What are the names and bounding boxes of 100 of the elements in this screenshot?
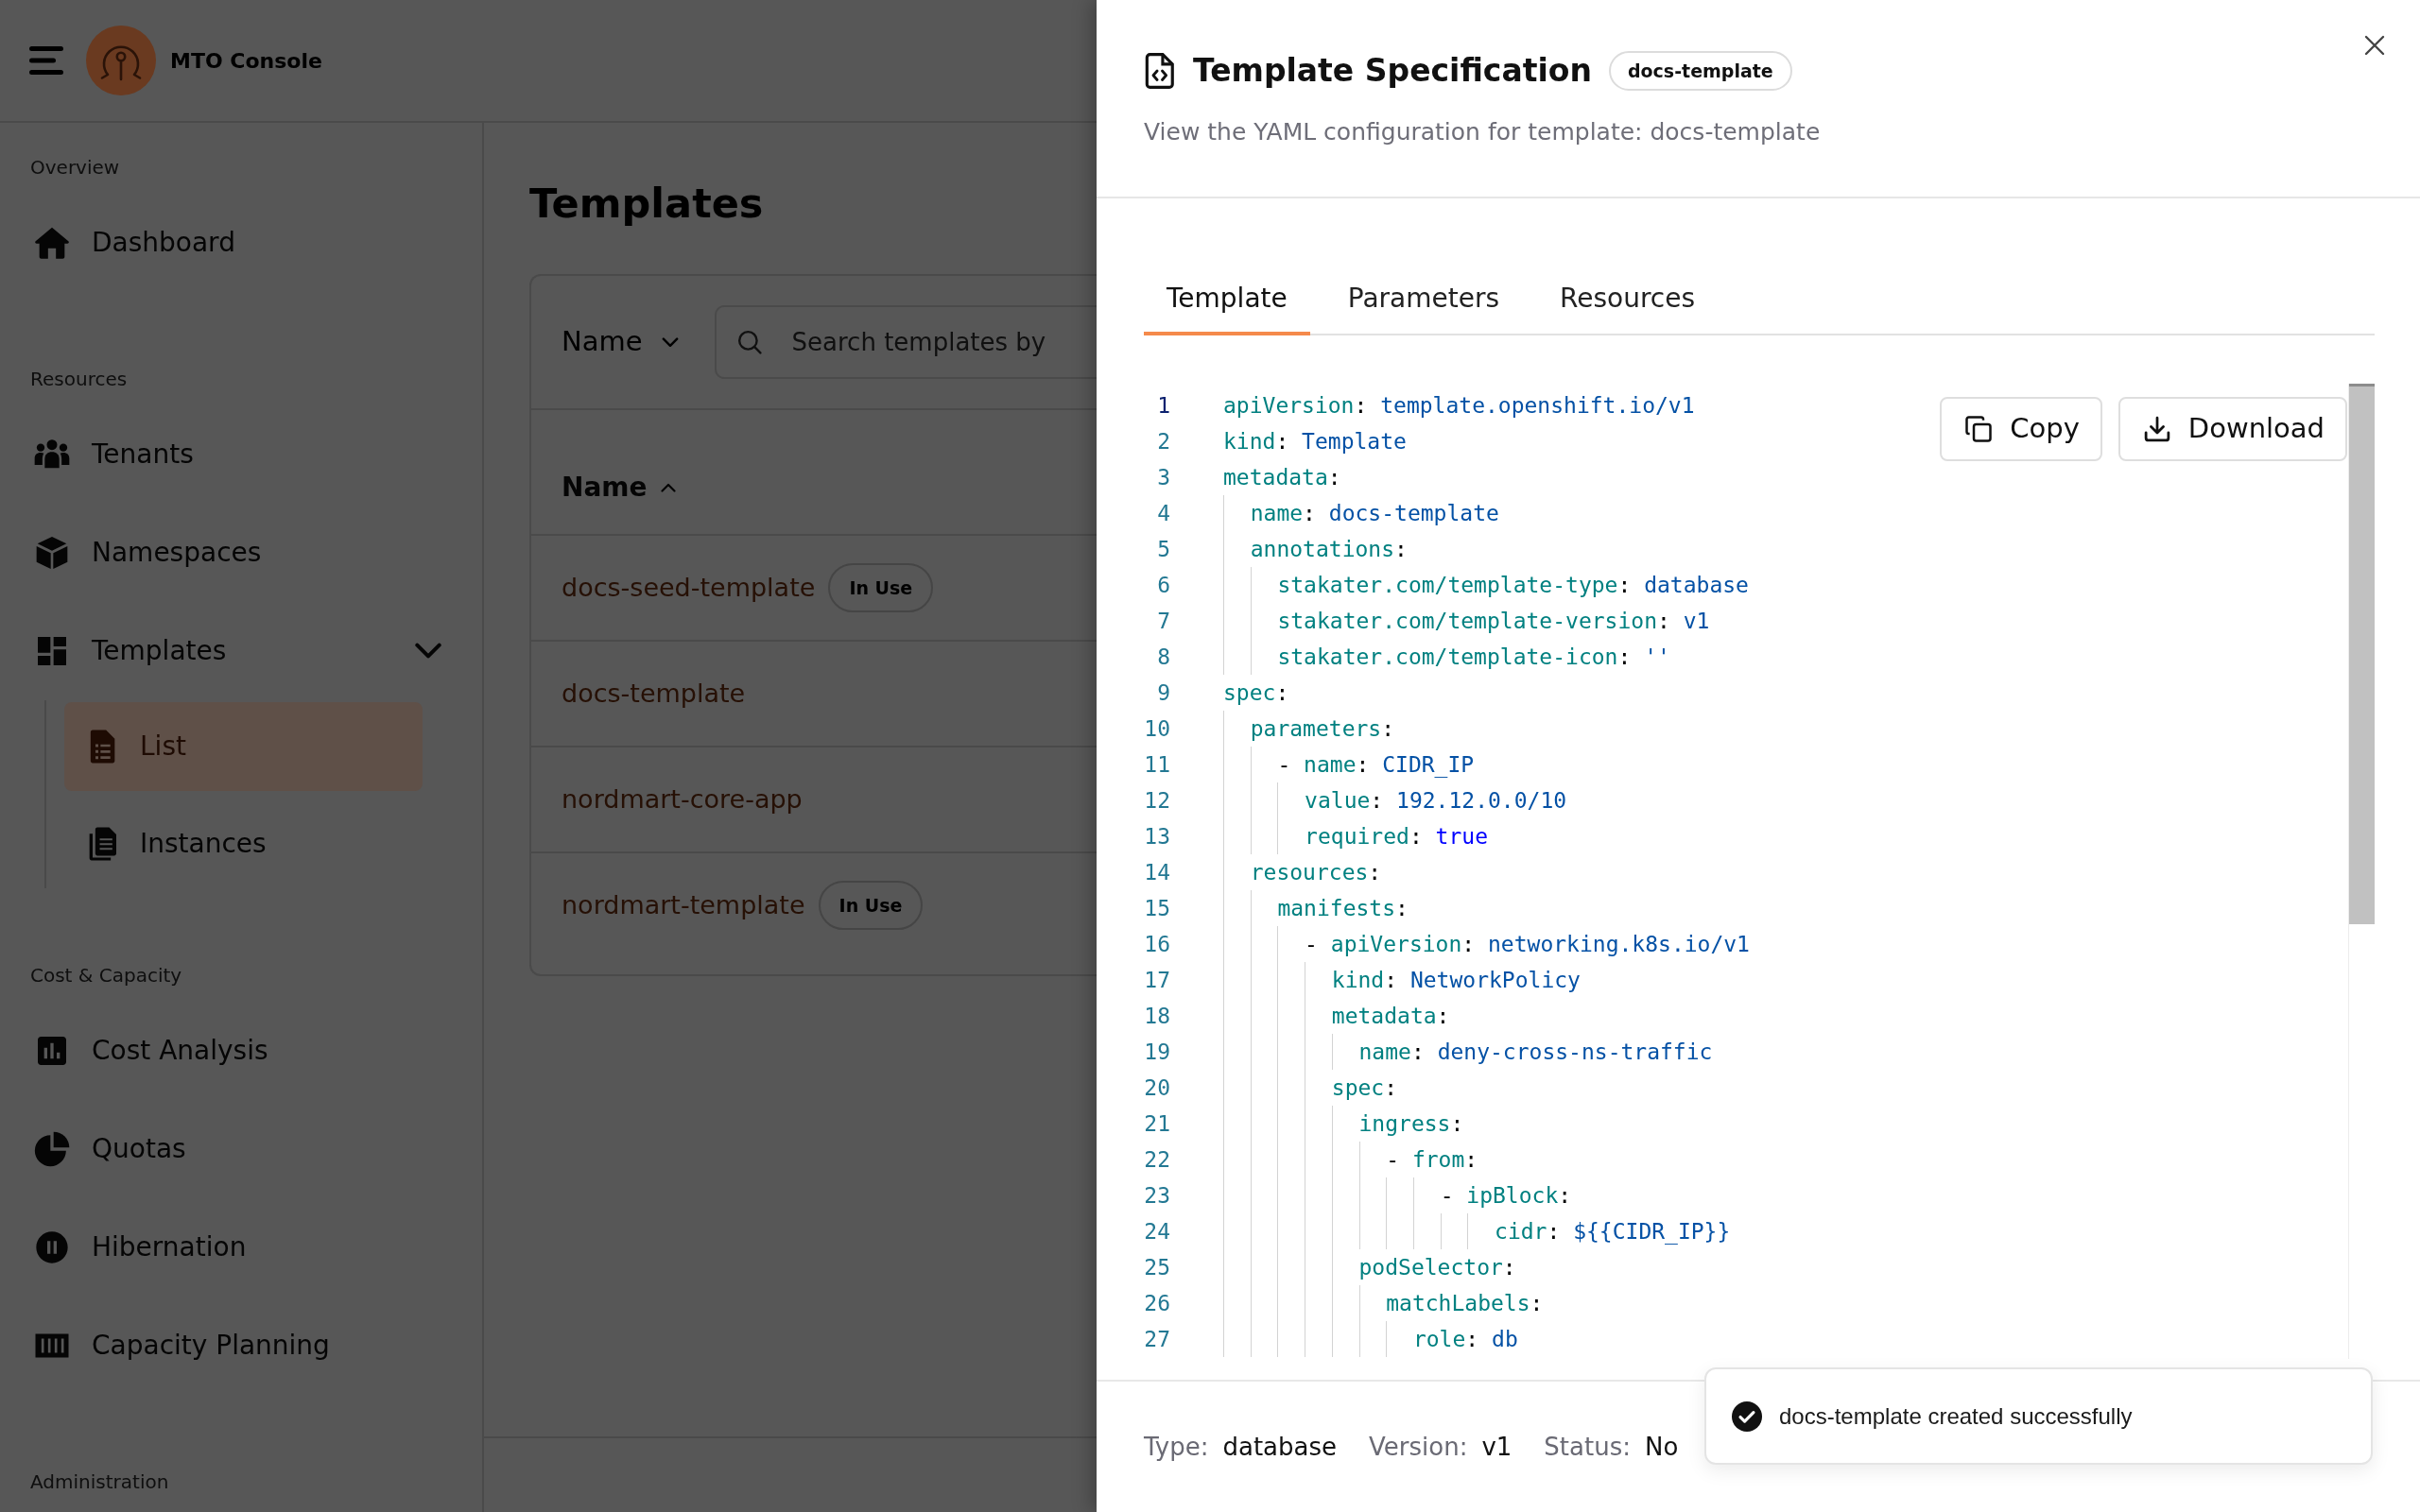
line-number: 22 xyxy=(1144,1146,1170,1174)
scrollbar-thumb[interactable] xyxy=(2349,384,2375,924)
detail-label: Type: xyxy=(1144,1431,1209,1463)
drawer-title: Template Specification xyxy=(1193,51,1592,91)
field-dropdown[interactable]: Name xyxy=(562,321,679,363)
code-line: kind: NetworkPolicy xyxy=(1223,962,1581,998)
logo-icon xyxy=(86,26,156,95)
sidebar-item[interactable]: Dashboard xyxy=(0,194,482,292)
line-number: 26 xyxy=(1144,1290,1170,1317)
tab[interactable]: Template xyxy=(1144,266,1310,335)
code-line: - from: xyxy=(1223,1142,1478,1177)
line-number: 7 xyxy=(1156,608,1170,635)
sidebar-item[interactable]: Hibernation xyxy=(0,1198,482,1297)
pause-icon xyxy=(33,1228,71,1266)
sidebar-item[interactable]: Namespaces xyxy=(0,504,482,602)
copy-button[interactable]: Copy xyxy=(1940,397,2102,461)
line-number: 14 xyxy=(1144,859,1170,886)
section-label: Cost & Capacity xyxy=(29,964,182,987)
download-icon xyxy=(2142,415,2171,443)
line-number: 20 xyxy=(1144,1074,1170,1102)
search-field[interactable]: Search templates by xyxy=(714,305,1097,379)
line-number: 16 xyxy=(1144,931,1170,958)
pie-chart-icon xyxy=(33,1130,71,1168)
line-number: 21 xyxy=(1144,1110,1170,1138)
line-number: 23 xyxy=(1144,1182,1170,1210)
sidebar-item[interactable]: Cost Analysis xyxy=(0,1002,482,1100)
search-icon xyxy=(736,330,762,354)
sidebar-item[interactable]: List xyxy=(64,702,423,791)
check-circle-icon xyxy=(1732,1400,1762,1432)
close-icon[interactable] xyxy=(2364,35,2385,56)
status-badge: In Use xyxy=(818,881,924,930)
detail-label: Version: xyxy=(1369,1431,1468,1463)
sidebar-item[interactable]: Capacity Planning xyxy=(0,1297,482,1395)
section-label: Resources xyxy=(29,368,128,390)
line-number: 15 xyxy=(1144,895,1170,922)
drawer-subtitle: View the YAML configuration for template: docs-template xyxy=(1144,117,1821,147)
download-button[interactable]: Download xyxy=(2118,397,2347,461)
sidebar-item[interactable]: Quotas xyxy=(0,1100,482,1198)
app-title: MTO Console xyxy=(170,47,322,75)
code-line: name: docs-template xyxy=(1223,495,1499,531)
page-title: Templates xyxy=(529,179,764,228)
detail-label: Status: xyxy=(1544,1431,1631,1463)
line-number: 17 xyxy=(1144,967,1170,994)
template-link[interactable]: docs-template xyxy=(562,674,746,713)
code-line: kind: Template xyxy=(1223,428,1407,455)
line-number: 18 xyxy=(1144,1003,1170,1030)
code-line: annotations: xyxy=(1223,531,1408,567)
code-line: matchLabels: xyxy=(1223,1285,1544,1321)
line-number: 6 xyxy=(1156,572,1170,599)
code-line: name: deny-cross-ns-traffic xyxy=(1223,1034,1713,1070)
chevron-down-icon xyxy=(661,336,679,348)
line-number: 11 xyxy=(1144,751,1170,779)
code-line: value: 192.12.0.0/10 xyxy=(1223,782,1567,818)
tab[interactable]: Resources xyxy=(1537,266,1719,335)
code-line: metadata: xyxy=(1223,998,1450,1034)
code-line: - ipBlock: xyxy=(1223,1177,1572,1213)
line-number: 5 xyxy=(1156,536,1170,563)
code-line: - name: CIDR_IP xyxy=(1223,747,1475,782)
line-number: 10 xyxy=(1144,715,1170,743)
code-line: cidr: ${{CIDR_IP}} xyxy=(1223,1213,1731,1249)
code-line: parameters: xyxy=(1223,711,1395,747)
line-number: 19 xyxy=(1144,1039,1170,1066)
detail-value: v1 xyxy=(1481,1431,1512,1463)
template-badge: docs-template xyxy=(1608,51,1792,91)
line-number: 1 xyxy=(1156,392,1170,420)
line-number: 3 xyxy=(1156,464,1170,491)
menu-icon[interactable] xyxy=(29,46,63,75)
file-code-icon xyxy=(1144,53,1174,89)
code-line: stakater.com/template-icon: '' xyxy=(1223,639,1670,675)
code-line: stakater.com/template-type: database xyxy=(1223,567,1749,603)
code-line: resources: xyxy=(1223,854,1382,890)
toast-message: docs-template created successfully xyxy=(1779,1401,2133,1431)
section-label: Overview xyxy=(29,156,120,179)
line-number: 27 xyxy=(1144,1326,1170,1353)
line-number: 25 xyxy=(1144,1254,1170,1281)
line-number: 2 xyxy=(1156,428,1170,455)
code-line: stakater.com/template-version: v1 xyxy=(1223,603,1710,639)
sidebar-item[interactable]: Tenants xyxy=(0,405,482,504)
status-badge: In Use xyxy=(828,563,934,612)
template-link[interactable]: nordmart-core-app xyxy=(562,780,803,819)
sidebar-item[interactable]: Instances xyxy=(64,799,423,888)
line-number: 8 xyxy=(1156,644,1170,671)
line-number: 4 xyxy=(1156,500,1170,527)
template-link[interactable]: nordmart-template xyxy=(562,885,805,925)
code-line: role: db xyxy=(1223,1321,1518,1357)
line-number: 12 xyxy=(1144,787,1170,815)
template-link[interactable]: docs-seed-template xyxy=(562,568,816,608)
code-line: spec: xyxy=(1223,1070,1398,1106)
copy-icon xyxy=(1964,415,1994,443)
code-line: metadata: xyxy=(1223,464,1341,491)
code-line: - apiVersion: networking.k8s.io/v1 xyxy=(1223,926,1750,962)
line-number: 24 xyxy=(1144,1218,1170,1246)
code-line: ingress: xyxy=(1223,1106,1464,1142)
code-line: spec: xyxy=(1223,679,1289,707)
sidebar-item[interactable]: Templates xyxy=(0,602,482,700)
column-header[interactable]: Name xyxy=(562,468,676,507)
code-line: manifests: xyxy=(1223,890,1409,926)
tab[interactable]: Parameters xyxy=(1324,266,1523,335)
detail-value: No xyxy=(1644,1431,1679,1463)
code-line: required: true xyxy=(1223,818,1488,854)
